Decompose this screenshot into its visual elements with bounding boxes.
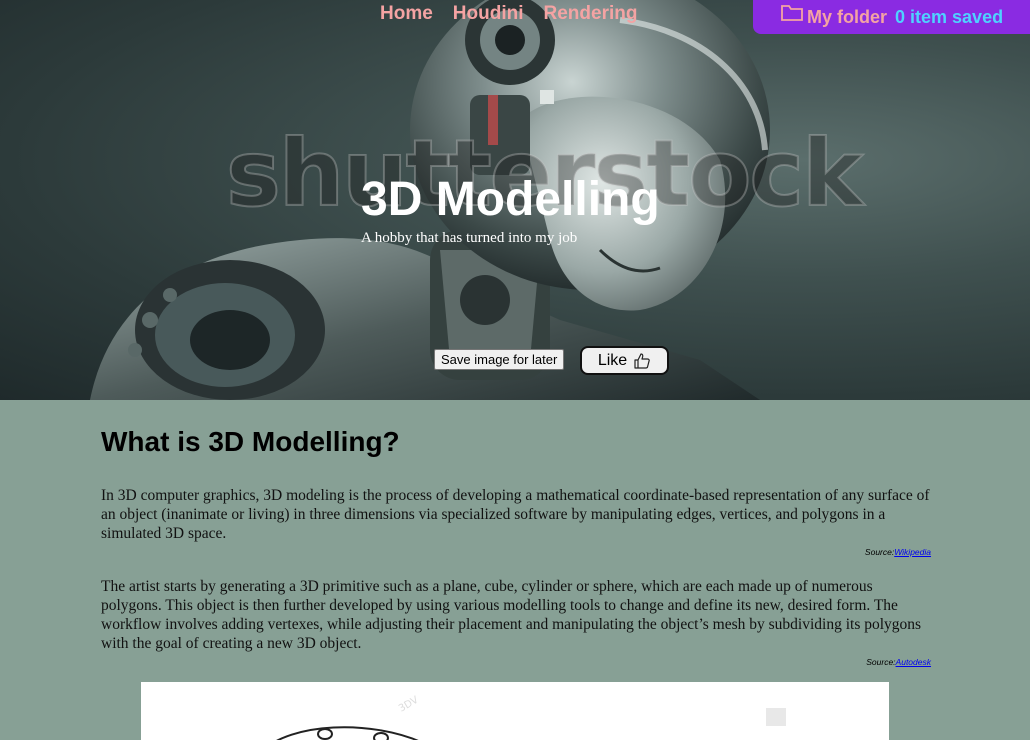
saved-count: 0 item saved	[895, 6, 1004, 27]
like-button[interactable]: Like	[580, 346, 669, 375]
main-content: What is 3D Modelling? In 3D computer gra…	[101, 400, 931, 667]
hero-banner: shutterstock Home Houdini Rendering My f…	[0, 0, 1030, 400]
folder-label: My folder	[807, 6, 888, 27]
section-heading: What is 3D Modelling?	[101, 426, 400, 457]
source-prefix: Source:	[866, 657, 896, 667]
save-image-button[interactable]: Save image for later	[434, 349, 565, 370]
source-link-autodesk[interactable]: Autodesk	[896, 657, 931, 667]
paragraph-definition: In 3D computer graphics, 3D modeling is …	[101, 487, 930, 542]
svg-text:3DV: 3DV	[397, 695, 421, 715]
folder-icon	[781, 5, 803, 21]
model-sketch-image: 3DV	[276, 695, 786, 740]
source-link-wikipedia[interactable]: Wikipedia	[894, 547, 931, 557]
nav-link-home[interactable]: Home	[380, 3, 433, 25]
page-title: 3D Modelling	[361, 173, 660, 226]
nav-link-rendering[interactable]: Rendering	[544, 3, 638, 25]
source-citation: Source:Autodesk	[101, 657, 931, 667]
source-citation: Source:Wikipedia	[101, 547, 931, 557]
page-subtitle: A hobby that has turned into my job	[361, 230, 578, 246]
main-nav: Home Houdini Rendering	[380, 3, 637, 25]
source-prefix: Source:	[864, 547, 895, 557]
like-button-label: Like	[597, 351, 628, 369]
model-figure-image: 3DV	[141, 682, 889, 740]
nav-link-houdini[interactable]: Houdini	[453, 3, 524, 25]
paragraph-workflow: The artist starts by generating a 3D pri…	[101, 578, 922, 652]
thumbs-up-icon	[634, 352, 650, 369]
my-folder-button[interactable]: My folder 0 item saved	[753, 0, 1030, 34]
